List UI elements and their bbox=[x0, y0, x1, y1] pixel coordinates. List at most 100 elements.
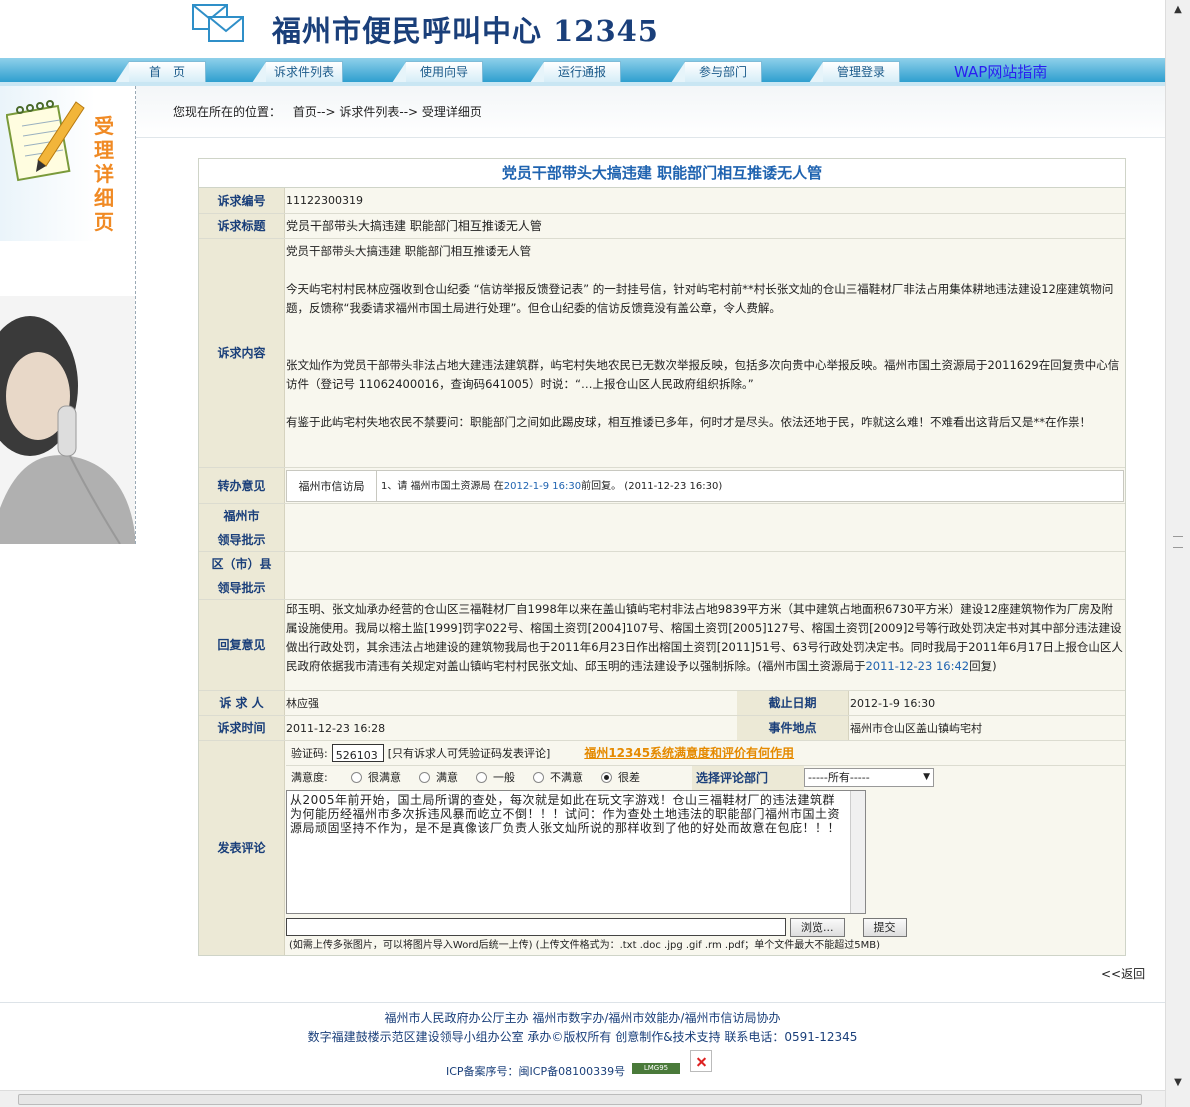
nav-tab-user-guide[interactable]: 使用向导 bbox=[392, 61, 483, 83]
sidebar-title-char: 页 bbox=[94, 210, 114, 234]
radio-satisfied[interactable] bbox=[419, 772, 430, 783]
nav-tab-complaint-list[interactable]: 诉求件列表 bbox=[252, 61, 343, 83]
label-location: 事件地点 bbox=[737, 716, 849, 740]
site-header: 福州市便民呼叫中心 12345 bbox=[0, 0, 1165, 58]
captcha-label: 验证码: bbox=[291, 746, 328, 760]
captcha-input[interactable]: 526103 bbox=[331, 744, 384, 762]
label-petitioner: 诉 求 人 bbox=[199, 691, 285, 715]
horizontal-scrollbar[interactable] bbox=[0, 1090, 1165, 1107]
scroll-down-arrow-icon[interactable]: ▼ bbox=[1170, 1075, 1186, 1091]
row-subject: 诉求标题 党员干部带头大搞违建 职能部门相互推诿无人管 bbox=[199, 214, 1125, 239]
reply-date: 2011-12-23 16:42 bbox=[865, 659, 970, 673]
radio-dissatisfied[interactable] bbox=[533, 772, 544, 783]
icp-record[interactable]: ICP备案序号：闽ICP备08100339号 bbox=[446, 1063, 625, 1079]
label-deadline: 截止日期 bbox=[737, 691, 849, 715]
row-reply: 回复意见 邱玉明、张文灿承办经营的仓山区三福鞋材厂自1998年以来在盖山镇屿宅村… bbox=[199, 600, 1125, 691]
captcha-line: 验证码: 526103 [只有诉求人可凭验证码发表评论] 福州12345系统满意… bbox=[286, 741, 1125, 765]
footer-line-1: 福州市人民政府办公厅主办 福州市数字办/福州市效能办/福州市信访局协办 bbox=[384, 1011, 781, 1025]
nav-tab-admin-login[interactable]: 管理登录 bbox=[809, 61, 900, 83]
comment-text: 从2005年前开始，国土局所谓的查处，每次就是如此在玩文字游戏！仓山三福鞋材厂的… bbox=[290, 793, 841, 835]
scroll-up-arrow-icon[interactable]: ▲ bbox=[1170, 2, 1186, 18]
label-subject: 诉求标题 bbox=[199, 214, 285, 238]
label-city-leader-line2: 领导批示 bbox=[217, 532, 266, 547]
dept-select[interactable]: -----所有----- ▼ bbox=[804, 768, 934, 787]
transfer-box: 福州市信访局 1、请 福州市国土资源局 在 2012-1-9 16:30 前回复… bbox=[286, 470, 1124, 502]
breadcrumb-prefix: 您现在所在的位置： bbox=[173, 105, 282, 119]
back-link[interactable]: <<返回 bbox=[1101, 965, 1145, 982]
value-reply: 邱玉明、张文灿承办经营的仓山区三福鞋材厂自1998年以来在盖山镇屿宅村非法占地9… bbox=[285, 600, 1125, 690]
nav-tab-departments[interactable]: 参与部门 bbox=[671, 61, 762, 83]
footer-line-2: 数字福建鼓楼示范区建设领导小组办公室 承办©版权所有 创意制作&技术支持 联系电… bbox=[307, 1030, 858, 1044]
value-number: 11122300319 bbox=[285, 188, 1125, 213]
satisfaction-info-link[interactable]: 福州12345系统满意度和评价有何作用 bbox=[584, 744, 794, 763]
label-time: 诉求时间 bbox=[199, 716, 285, 740]
envelope-logo-icon bbox=[192, 4, 244, 42]
transfer-text-before: 1、请 福州市国土资源局 在 bbox=[381, 480, 504, 492]
value-city-leader bbox=[285, 504, 1125, 551]
content-paragraph: 今天屿宅村村民林应强收到仓山纪委 “信访举报反馈登记表” 的一封挂号信，针对屿宅… bbox=[286, 282, 1114, 315]
option-label: 满意 bbox=[436, 771, 458, 784]
row-content: 诉求内容 党员干部带头大搞违建 职能部门相互推诿无人管 今天屿宅村村民林应强收到… bbox=[199, 239, 1125, 468]
upload-line: 浏览... 提交 bbox=[286, 915, 1125, 939]
breadcrumb: 您现在所在的位置： 首页--> 诉求件列表--> 受理详细页 bbox=[173, 103, 482, 120]
label-transfer: 转办意见 bbox=[199, 468, 285, 503]
label-city-leader-line1: 福州市 bbox=[223, 508, 260, 523]
reply-suffix: 回复) bbox=[969, 659, 997, 673]
horizontal-scroll-thumb[interactable] bbox=[18, 1094, 1142, 1105]
stats-badge[interactable]: LMG95 bbox=[632, 1063, 680, 1074]
vertical-scrollbar[interactable]: ▲ ▼ bbox=[1165, 0, 1190, 1107]
radio-very-poor[interactable] bbox=[601, 772, 612, 783]
radio-average[interactable] bbox=[476, 772, 487, 783]
wap-guide-link[interactable]: WAP网站指南 bbox=[954, 61, 1047, 82]
option-label: 很满意 bbox=[368, 771, 401, 784]
radio-very-satisfied[interactable] bbox=[351, 772, 362, 783]
content-paragraph: 张文灿作为党员干部带头非法占地大建违法建筑群，屿宅村失地农民已无数次举报反映，包… bbox=[286, 358, 1120, 391]
file-path-input[interactable] bbox=[286, 918, 786, 936]
submit-button[interactable]: 提交 bbox=[862, 917, 907, 937]
value-subject: 党员干部带头大搞违建 职能部门相互推诿无人管 bbox=[285, 214, 1125, 238]
dropdown-arrow-icon: ▼ bbox=[923, 772, 930, 782]
value-time: 2011-12-23 16:28 bbox=[285, 716, 737, 740]
complaint-detail-table: 党员干部带头大搞违建 职能部门相互推诿无人管 诉求编号 11122300319 … bbox=[198, 158, 1126, 956]
complaint-title: 党员干部带头大搞违建 职能部门相互推诿无人管 bbox=[199, 159, 1125, 188]
notepad-pencil-icon bbox=[6, 100, 85, 182]
scrollbar-grip-icon[interactable] bbox=[1173, 536, 1183, 548]
transfer-deadline: 2012-1-9 16:30 bbox=[503, 480, 582, 492]
reply-text: 邱玉明、张文灿承办经营的仓山区三福鞋材厂自1998年以来在盖山镇屿宅村非法占地9… bbox=[286, 602, 1123, 673]
dept-select-value: -----所有----- bbox=[808, 771, 870, 784]
option-label: 很差 bbox=[618, 771, 640, 784]
value-deadline: 2012-1-9 16:30 bbox=[849, 691, 1125, 715]
option-label: 一般 bbox=[493, 771, 515, 784]
row-city-leader: 福州市 领导批示 bbox=[199, 504, 1125, 552]
captcha-note: [只有诉求人可凭验证码发表评论] bbox=[387, 746, 551, 760]
breadcrumb-path[interactable]: 首页--> 诉求件列表--> 受理详细页 bbox=[293, 105, 482, 119]
value-district-leader bbox=[285, 552, 1125, 599]
row-district-leader: 区（市）县 领导批示 bbox=[199, 552, 1125, 600]
label-content: 诉求内容 bbox=[199, 239, 285, 467]
dept-select-label: 选择评论部门 bbox=[692, 765, 804, 790]
nav-tab-operation-report[interactable]: 运行通报 bbox=[530, 61, 621, 83]
value-petitioner: 林应强 bbox=[285, 691, 737, 715]
textarea-scrollbar[interactable] bbox=[850, 791, 865, 913]
label-reply: 回复意见 bbox=[199, 600, 285, 690]
label-district-leader-line1: 区（市）县 bbox=[211, 556, 272, 571]
comment-area-wrap: 从2005年前开始，国土局所谓的查处，每次就是如此在玩文字游戏！仓山三福鞋材厂的… bbox=[286, 789, 1125, 914]
transfer-dept: 福州市信访局 bbox=[287, 471, 377, 501]
row-comment: 发表评论 验证码: 526103 [只有诉求人可凭验证码发表评论] 福州1234… bbox=[199, 741, 1125, 955]
call-operator-image bbox=[0, 296, 135, 544]
left-sidebar: 受 理 详 细 页 bbox=[0, 86, 136, 544]
option-label: 不满意 bbox=[550, 771, 583, 784]
site-title: 福州市便民呼叫中心 12345 bbox=[272, 14, 659, 48]
value-location: 福州市仓山区盖山镇屿宅村 bbox=[849, 716, 1125, 740]
page-footer: 福州市人民政府办公厅主办 福州市数字办/福州市效能办/福州市信访局协办 数字福建… bbox=[0, 1002, 1165, 1097]
label-comment: 发表评论 bbox=[199, 741, 285, 955]
content-paragraph: 有鉴于此屿宅村失地农民不禁要问：职能部门之间如此踢皮球，相互推诿已多年，何时才是… bbox=[286, 415, 1091, 429]
label-city-leader: 福州市 领导批示 bbox=[199, 504, 285, 551]
transfer-text: 1、请 福州市国土资源局 在 2012-1-9 16:30 前回复。 (2011… bbox=[377, 471, 1123, 501]
row-petitioner: 诉 求 人 林应强 截止日期 2012-1-9 16:30 bbox=[199, 691, 1125, 716]
row-transfer: 转办意见 福州市信访局 1、请 福州市国土资源局 在 2012-1-9 16:3… bbox=[199, 468, 1125, 504]
nav-tab-home[interactable]: 首 页 bbox=[115, 61, 206, 83]
label-district-leader: 区（市）县 领导批示 bbox=[199, 552, 285, 599]
comment-textarea[interactable]: 从2005年前开始，国土局所谓的查处，每次就是如此在玩文字游戏！仓山三福鞋材厂的… bbox=[286, 790, 866, 914]
browse-button[interactable]: 浏览... bbox=[790, 917, 845, 937]
